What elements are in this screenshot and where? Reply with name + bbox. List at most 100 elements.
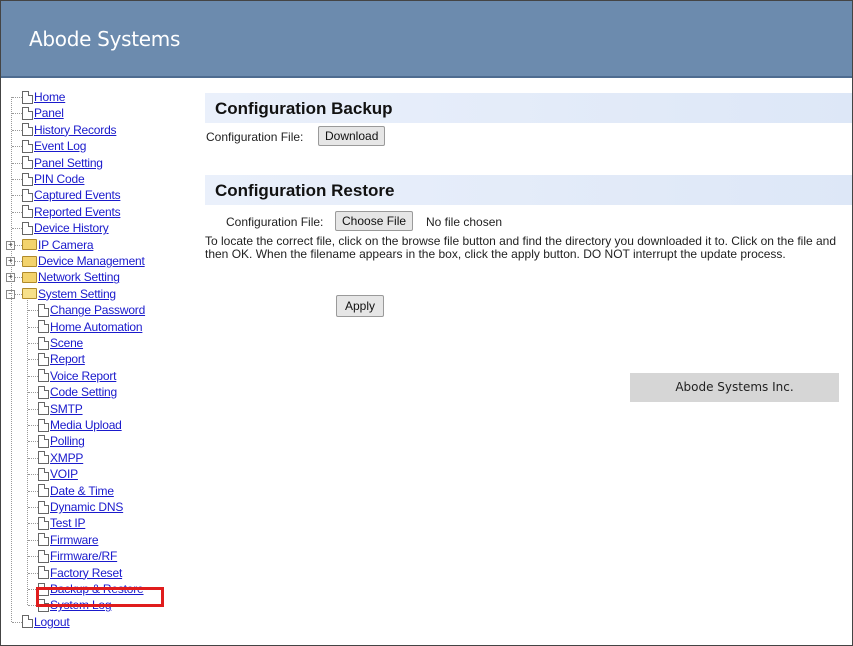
page-icon	[38, 533, 49, 547]
restore-help-text: To locate the correct file, click on the…	[205, 234, 837, 261]
restore-section-header: Configuration Restore	[205, 175, 852, 205]
page-icon	[38, 402, 49, 416]
tree-connector	[28, 310, 38, 312]
sidebar-item-link[interactable]: PIN Code	[34, 172, 85, 186]
sidebar-item-link[interactable]: Panel Setting	[34, 156, 103, 170]
folder-icon	[22, 288, 37, 300]
sidebar-item-link[interactable]: Device History	[34, 221, 109, 235]
sidebar-item-link[interactable]: System Setting	[38, 287, 116, 301]
sidebar-item-link[interactable]: Home	[34, 90, 65, 104]
sidebar-item-link[interactable]: Scene	[50, 336, 83, 350]
tree-connector	[12, 195, 22, 197]
page-icon	[38, 320, 49, 334]
page-icon	[38, 352, 49, 366]
page-icon	[22, 106, 33, 120]
sidebar-item-link[interactable]: Firmware	[50, 533, 99, 547]
sidebar-item[interactable]: History Records	[22, 122, 117, 138]
sidebar-item[interactable]: Polling	[38, 433, 85, 449]
tree-connector	[12, 228, 22, 230]
choose-file-button[interactable]: Choose File	[335, 211, 414, 231]
sidebar-item[interactable]: Code Setting	[38, 384, 117, 400]
sidebar-item[interactable]: Media Upload	[38, 417, 122, 433]
sidebar-item-link[interactable]: History Records	[34, 123, 117, 137]
sidebar-item[interactable]: XMPP	[38, 450, 83, 466]
sidebar-item[interactable]: Voice Report	[38, 368, 117, 384]
sidebar-item-link[interactable]: Device Management	[38, 254, 145, 268]
sidebar-item-link[interactable]: SMTP	[50, 402, 83, 416]
sidebar-item[interactable]: Captured Events	[22, 187, 121, 203]
tree-connector	[28, 490, 38, 492]
header-bar: Abode Systems	[1, 1, 852, 78]
sidebar-item[interactable]: Home Automation	[38, 319, 143, 335]
sidebar-item[interactable]: VOIP	[38, 466, 78, 482]
sidebar-item-link[interactable]: Firmware/RF	[50, 549, 117, 563]
page-icon	[22, 188, 33, 202]
sidebar-item-link[interactable]: Polling	[50, 434, 85, 448]
tree-connector	[12, 211, 22, 213]
sidebar-tree: Home Panel History Records Event Log Panel S…	[1, 89, 191, 645]
sidebar-item-link[interactable]: Code Setting	[50, 385, 117, 399]
sidebar-item-link[interactable]: Media Upload	[50, 418, 122, 432]
sidebar-item-link[interactable]: Home Automation	[50, 320, 143, 334]
sidebar-item-link[interactable]: Change Password	[50, 303, 145, 317]
page-icon	[38, 434, 49, 448]
sidebar-item-link[interactable]: XMPP	[50, 451, 83, 465]
sidebar-item[interactable]: Logout	[22, 614, 70, 630]
sidebar-item-link[interactable]: IP Camera	[38, 238, 94, 252]
sidebar-item-link[interactable]: Panel	[34, 106, 64, 120]
sidebar-item-link[interactable]: Report	[50, 352, 85, 366]
sidebar-item[interactable]: Device History	[22, 220, 109, 236]
tree-connector	[28, 556, 38, 558]
restore-file-label: Configuration File:	[226, 215, 324, 229]
sidebar-item[interactable]: SMTP	[38, 401, 83, 417]
sidebar-item[interactable]: Date & Time	[38, 483, 114, 499]
page-icon	[22, 615, 33, 629]
sidebar-item[interactable]: Panel Setting	[22, 155, 103, 171]
sidebar-item[interactable]: Home	[22, 89, 65, 105]
sidebar-item[interactable]: Change Password	[38, 302, 145, 318]
folder-icon	[22, 239, 37, 251]
sidebar-item-link[interactable]: Reported Events	[34, 205, 121, 219]
sidebar-item-link[interactable]: VOIP	[50, 467, 78, 481]
sidebar-item[interactable]: Event Log	[22, 138, 86, 154]
sidebar-item-link[interactable]: Logout	[34, 615, 70, 629]
sidebar-item-link[interactable]: Voice Report	[50, 369, 117, 383]
sidebar-item[interactable]: System Setting	[22, 286, 116, 302]
tree-connector	[28, 523, 38, 525]
restore-title: Configuration Restore	[215, 181, 395, 200]
sidebar-item[interactable]: Reported Events	[22, 204, 121, 220]
tree-connector	[12, 162, 22, 164]
sidebar-item[interactable]: Scene	[38, 335, 83, 351]
sidebar-item-link[interactable]: Date & Time	[50, 484, 114, 498]
sidebar-item-link[interactable]: Captured Events	[34, 188, 121, 202]
download-button[interactable]: Download	[318, 126, 386, 146]
sidebar-item[interactable]: Firmware	[38, 532, 99, 548]
sidebar-item[interactable]: Firmware/RF	[38, 548, 117, 564]
sidebar-item[interactable]: PIN Code	[22, 171, 85, 187]
sidebar-item[interactable]: Dynamic DNS	[38, 499, 123, 515]
sidebar-item[interactable]: Factory Reset	[38, 565, 122, 581]
tree-connector	[28, 507, 38, 508]
page-icon	[22, 90, 33, 104]
sidebar-item[interactable]: Panel	[22, 105, 64, 121]
tree-connector	[28, 539, 38, 541]
sidebar-item[interactable]: Report	[38, 351, 85, 367]
sidebar-item-link[interactable]: Event Log	[34, 139, 86, 153]
sidebar-item-link[interactable]: Test IP	[50, 516, 85, 530]
sidebar-item[interactable]: IP Camera	[22, 237, 94, 253]
tree-connector	[28, 392, 38, 394]
tree-connector	[12, 97, 22, 98]
sidebar-item[interactable]: Test IP	[38, 515, 85, 531]
page-icon	[38, 549, 49, 563]
sidebar-item-link[interactable]: Dynamic DNS	[50, 500, 123, 514]
page-icon	[38, 418, 49, 432]
page-icon	[22, 205, 33, 219]
sidebar-item-link[interactable]: Factory Reset	[50, 566, 122, 580]
tree-connector	[28, 343, 38, 344]
apply-button[interactable]: Apply	[336, 295, 384, 317]
sidebar-item[interactable]: Network Setting	[22, 269, 120, 285]
sidebar-item[interactable]: Device Management	[22, 253, 145, 269]
tree-connector	[28, 441, 38, 443]
tree-connector	[28, 572, 38, 574]
sidebar-item-link[interactable]: Network Setting	[38, 270, 120, 284]
